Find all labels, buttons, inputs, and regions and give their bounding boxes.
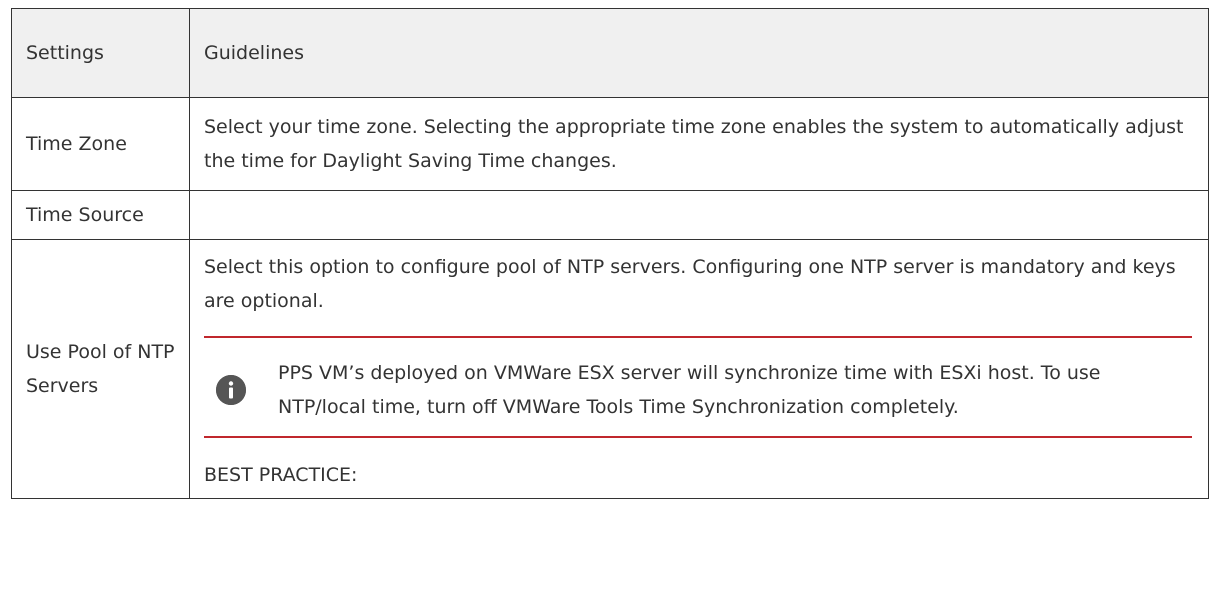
table-row: Use Pool of NTP Servers Select this opti…: [11, 239, 1209, 499]
setting-ntp-pool: Use Pool of NTP Servers: [11, 239, 190, 499]
guideline-ntp-pool: Select this option to configure pool of …: [204, 256, 1176, 312]
guideline-time-source: [189, 190, 1209, 240]
setting-time-source: Time Source: [11, 190, 190, 240]
guideline-ntp-pool-cell: Select this option to configure pool of …: [189, 239, 1209, 499]
table-header-row: Settings Guidelines: [11, 8, 1209, 98]
table-row: Time Source: [11, 190, 1209, 240]
note-text: PPS VM’s deployed on VMWare ESX server w…: [278, 362, 1101, 418]
header-settings: Settings: [11, 8, 190, 98]
best-practice-label: BEST PRACTICE:: [204, 464, 358, 486]
settings-table: Settings Guidelines Time Zone Select you…: [11, 8, 1209, 499]
header-guidelines: Guidelines: [189, 8, 1209, 98]
guideline-time-zone: Select your time zone. Selecting the app…: [189, 97, 1209, 191]
info-icon: [216, 375, 246, 405]
note-box: PPS VM’s deployed on VMWare ESX server w…: [204, 336, 1192, 438]
setting-time-zone: Time Zone: [11, 97, 190, 191]
table-row: Time Zone Select your time zone. Selecti…: [11, 97, 1209, 191]
